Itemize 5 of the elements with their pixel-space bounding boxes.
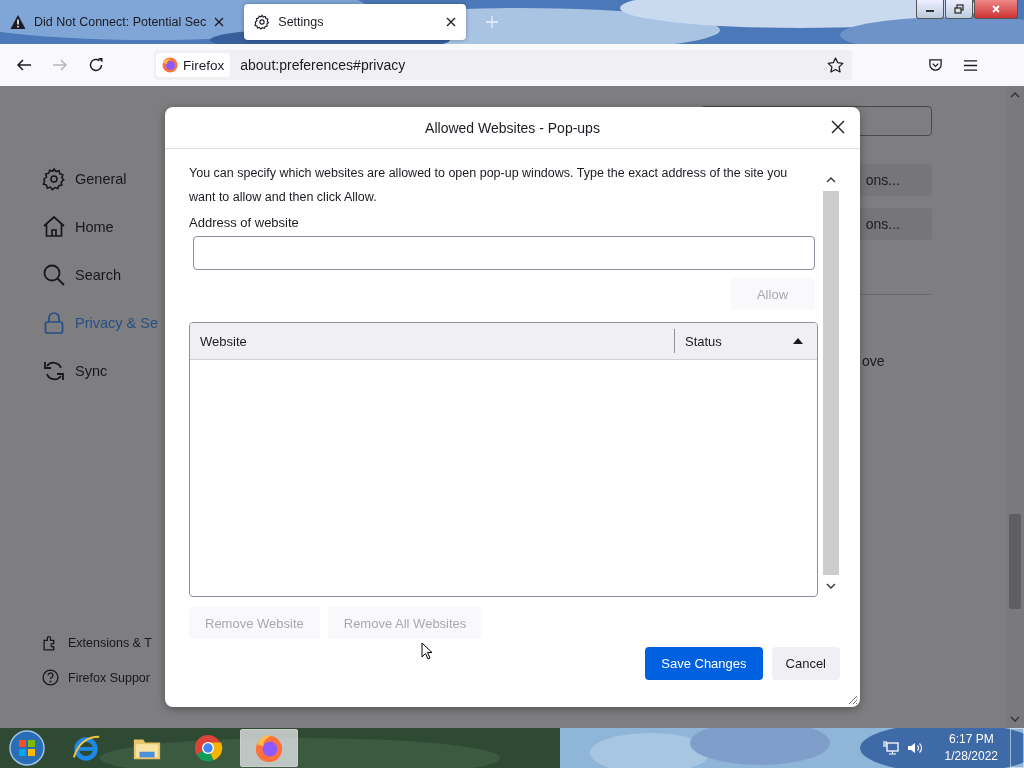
- dialog-title: Allowed Websites - Pop-ups: [425, 119, 600, 136]
- description-text: You can specify which websites are allowed to open pop-up windows. Type the exact address of the site you want to allow and then click Allow.: [189, 165, 789, 206]
- field-label: Address of website: [189, 215, 300, 230]
- page-text: ove: [862, 353, 886, 369]
- url-text: about:preferences#privacy: [240, 57, 407, 73]
